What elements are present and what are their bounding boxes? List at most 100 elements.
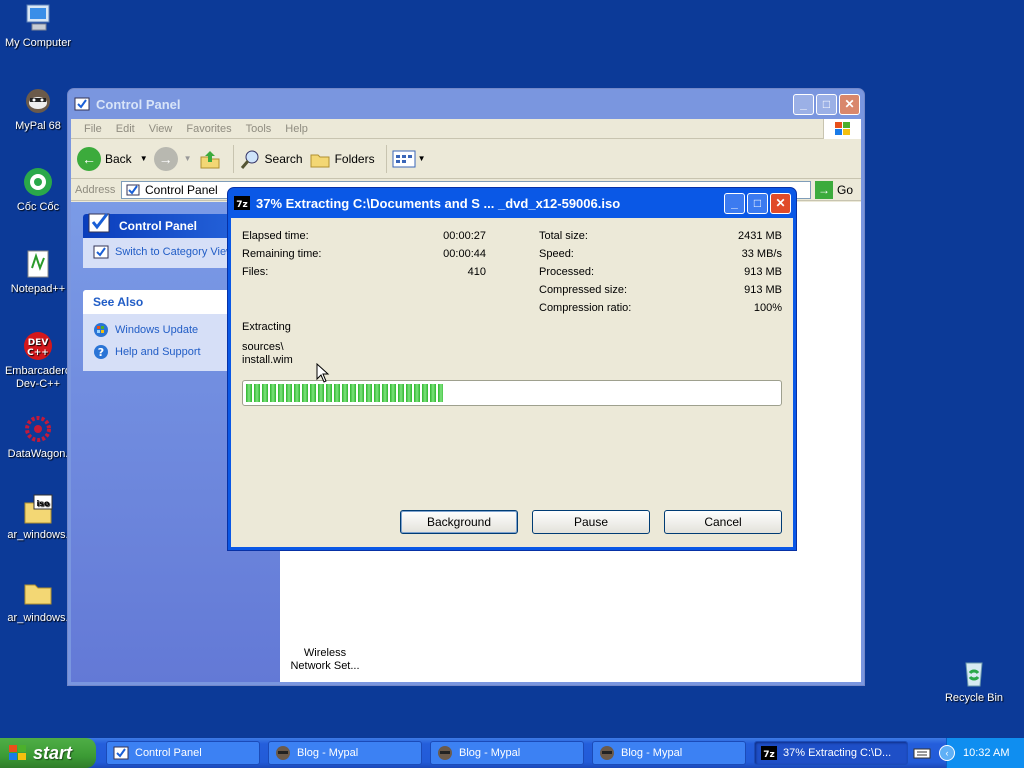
chevron-down-icon[interactable]: ▼	[184, 154, 192, 163]
desktop-icon-recycle-bin[interactable]: Recycle Bin	[936, 657, 1012, 705]
menu-tools[interactable]: Tools	[239, 123, 279, 135]
taskbar-item-control-panel[interactable]: Control Panel	[106, 741, 260, 765]
control-panel-icon	[88, 213, 110, 233]
remaining-time-row: Remaining time: 00:00:44	[242, 248, 486, 260]
taskbar-item-blog-mypal-1[interactable]: Blog - Mypal	[268, 741, 422, 765]
files-row: Files: 410	[242, 266, 486, 278]
stat-value: 2431 MB	[737, 230, 782, 242]
menu-file[interactable]: File	[77, 123, 109, 135]
stat-value: 33 MB/s	[741, 248, 782, 260]
svg-text:C++: C++	[27, 348, 49, 358]
chevron-down-icon[interactable]: ▼	[140, 154, 148, 163]
minimize-button[interactable]: _	[793, 93, 814, 115]
close-button[interactable]: ✕	[770, 192, 791, 214]
menu-help[interactable]: Help	[278, 123, 315, 135]
help-support-label: Help and Support	[115, 346, 201, 358]
taskbar-item-label: Blog - Mypal	[297, 747, 359, 759]
mouse-cursor-icon	[316, 363, 330, 383]
status-text: Extracting	[242, 321, 291, 333]
stat-label: Compressed size:	[539, 284, 628, 296]
mypal-icon	[276, 746, 290, 760]
windows-logo-icon	[9, 745, 26, 760]
desktop-icon-label: ar_windows.	[7, 612, 69, 624]
folders-icon	[310, 154, 330, 167]
desktop-icon-my-computer[interactable]: My Computer	[0, 2, 76, 50]
go-arrow-icon: →	[814, 180, 833, 199]
background-button[interactable]: Background	[400, 510, 518, 534]
wireless-network-item[interactable]: Wireless Network Set...	[285, 647, 365, 673]
stat-label: Speed:	[539, 248, 574, 260]
control-panel-titlebar[interactable]: Control Panel _ □ ✕	[68, 89, 864, 119]
pause-button[interactable]: Pause	[532, 510, 650, 534]
taskbar-item-blog-mypal-3[interactable]: Blog - Mypal	[592, 741, 746, 765]
menu-view[interactable]: View	[142, 123, 180, 135]
stat-label: Files:	[242, 266, 269, 278]
folders-button[interactable]: Folders	[309, 148, 375, 170]
7zip-icon: 7z	[761, 746, 777, 760]
desktop-icon-iso-file[interactable]: iso ar_windows.	[0, 494, 76, 542]
control-panel-icon	[126, 184, 140, 195]
desktop-icon-label: My Computer	[4, 37, 72, 49]
start-label: start	[33, 742, 73, 763]
taskbar-item-blog-mypal-2[interactable]: Blog - Mypal	[430, 741, 584, 765]
compression-ratio-row: Compression ratio: 100%	[539, 302, 782, 314]
computer-icon	[22, 2, 54, 34]
help-icon: ?	[94, 345, 108, 359]
taskbar-item-label: Control Panel	[135, 747, 202, 759]
close-button[interactable]: ✕	[839, 93, 860, 115]
search-icon	[240, 150, 259, 169]
progress-fill	[246, 384, 443, 402]
desktop-icon-label: MyPal 68	[15, 120, 61, 132]
folder-icon	[22, 577, 54, 609]
notepad-plus-plus-icon	[22, 248, 54, 280]
menu-favorites[interactable]: Favorites	[179, 123, 238, 135]
minimize-button[interactable]: _	[724, 192, 745, 214]
forward-arrow-icon: →	[153, 146, 178, 171]
desktop-icon-datawagon[interactable]: DataWagon.	[0, 413, 76, 461]
taskbar: start Control Panel Blog - Mypal Blog - …	[0, 738, 1024, 768]
extraction-progress-bar	[242, 380, 782, 406]
desktop-icon-mypal[interactable]: MyPal 68	[0, 85, 76, 133]
coccoc-icon	[22, 166, 54, 198]
start-button[interactable]: start	[0, 738, 96, 768]
taskbar-item-extracting[interactable]: 7z 37% Extracting C:\D...	[754, 741, 908, 765]
system-tray: ‹ 10:32 AM	[939, 738, 1024, 768]
extraction-dialog-titlebar[interactable]: 7z 37% Extracting C:\Documents and S ...…	[228, 188, 796, 218]
cancel-button[interactable]: Cancel	[664, 510, 782, 534]
switch-view-icon	[93, 245, 109, 259]
stat-label: Remaining time:	[242, 248, 322, 260]
stat-value: 913 MB	[744, 266, 782, 278]
up-folder-button[interactable]	[198, 147, 222, 171]
background-button-label: Background	[426, 515, 492, 529]
keyboard-icon[interactable]	[912, 745, 932, 761]
tray-expand-icon[interactable]: ‹	[939, 745, 955, 761]
toolbar: ← Back ▼ → ▼ Search Folders ▼	[71, 139, 861, 179]
go-label: Go	[836, 182, 853, 197]
clock[interactable]: 10:32 AM	[963, 747, 1009, 759]
desktop-icon-notepadpp[interactable]: Notepad++	[0, 248, 76, 296]
svg-text:7z: 7z	[236, 200, 248, 210]
go-button[interactable]: → Go	[814, 180, 853, 199]
views-button[interactable]: ▼	[392, 149, 426, 169]
cancel-button-label: Cancel	[704, 515, 742, 529]
desktop-icon-devcpp[interactable]: DEV C++ Embarcadero Dev-C++	[0, 330, 76, 391]
maximize-button[interactable]: □	[747, 192, 768, 214]
taskbar-item-label: 37% Extracting C:\D...	[783, 747, 892, 759]
mypal-icon	[600, 746, 614, 760]
switch-view-label: Switch to Category View	[115, 246, 235, 258]
see-also-title: See Also	[93, 295, 144, 309]
current-path: sources\	[242, 341, 284, 353]
menu-bar: File Edit View Favorites Tools Help	[71, 119, 861, 139]
svg-text:iso: iso	[37, 499, 51, 508]
menu-edit[interactable]: Edit	[109, 123, 142, 135]
forward-button[interactable]: → ▼	[153, 146, 192, 171]
windows-update-icon	[94, 323, 108, 337]
extraction-dialog[interactable]: 7z 37% Extracting C:\Documents and S ...…	[227, 187, 797, 551]
extraction-dialog-title: 37% Extracting C:\Documents and S ... _d…	[256, 195, 621, 211]
back-button[interactable]: ← Back ▼	[77, 146, 148, 171]
desktop-icon-folder[interactable]: ar_windows.	[0, 577, 76, 625]
search-button[interactable]: Search	[239, 148, 303, 170]
desktop-icon-coccoc[interactable]: Cốc Cốc	[0, 166, 76, 214]
maximize-button[interactable]: □	[816, 93, 837, 115]
datawagon-icon	[22, 413, 54, 445]
